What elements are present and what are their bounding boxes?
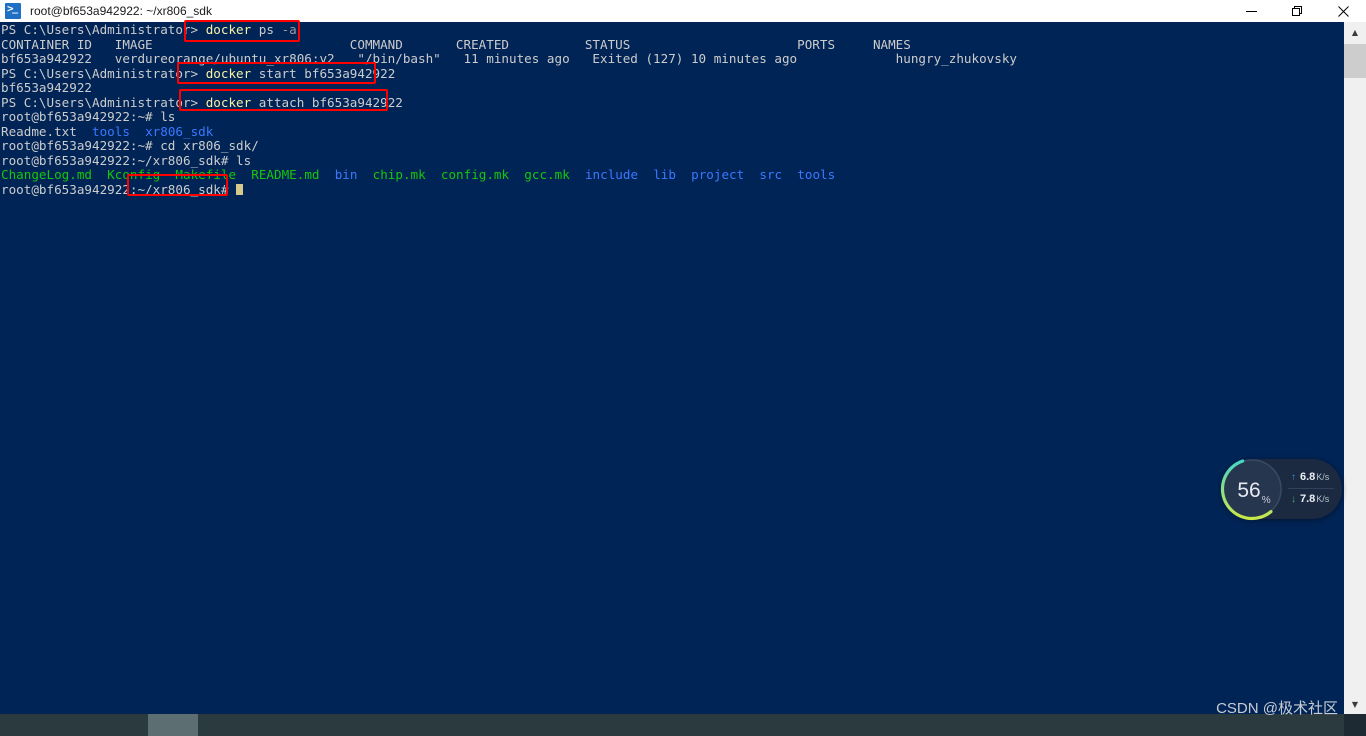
terminal-text: PS C:\Users\Administrator> bbox=[1, 22, 206, 37]
terminal-text: config.mk bbox=[440, 167, 510, 182]
terminal-text: PS C:\Users\Administrator> bbox=[1, 94, 206, 110]
terminal-text: attach bf653a942922 bbox=[251, 94, 403, 110]
terminal-text: docker bbox=[205, 22, 252, 37]
terminal-text: docker bbox=[205, 94, 252, 110]
terminal-text: ChangeLog.md bbox=[1, 167, 92, 182]
line-container-prompt-3: root@bf653a942922:~/xr806_sdk# ls bbox=[1, 152, 1344, 169]
terminal-text: tools bbox=[797, 167, 836, 182]
scrollbar-corner bbox=[1344, 714, 1366, 736]
terminal-text: CONTAINER ID IMAGE COMMAND CREATED STATU… bbox=[1, 36, 911, 52]
terminal-text: PS C:\Users\Administrator> bbox=[1, 65, 206, 81]
line-prompt-3: PS C:\Users\Administrator> docker attach… bbox=[1, 94, 1344, 111]
line-container-prompt-2: root@bf653a942922:~# cd xr806_sdk/ bbox=[1, 138, 1344, 154]
line-prompt-1: PS C:\Users\Administrator> docker ps -a bbox=[1, 22, 1344, 38]
close-button[interactable] bbox=[1320, 0, 1366, 22]
line-ls-home: Readme.txt tools xr806_sdk bbox=[1, 123, 1344, 140]
network-speed-widget[interactable]: 56% ↑ 6.8 K/s ↓ 7.8 K/s bbox=[1220, 459, 1342, 521]
terminal-output[interactable]: PS C:\Users\Administrator> docker ps -a C… bbox=[0, 22, 1344, 714]
terminal-text: lib bbox=[653, 167, 676, 182]
scroll-up-arrow-icon[interactable]: ▲ bbox=[1344, 22, 1366, 42]
upload-speed-row: ↑ 6.8 K/s bbox=[1288, 466, 1342, 488]
download-speed-value: 7.8 bbox=[1300, 493, 1316, 505]
upload-arrow-icon: ↑ bbox=[1291, 471, 1296, 483]
line-ps-header: CONTAINER ID IMAGE COMMAND CREATED STATU… bbox=[1, 36, 1344, 53]
terminal-text: root@bf653a942922:~# cd xr806_sdk/ bbox=[1, 138, 259, 153]
terminal-text: bin bbox=[334, 167, 358, 182]
download-speed-row: ↓ 7.8 K/s bbox=[1288, 488, 1342, 510]
horizontal-scrollbar-thumb[interactable] bbox=[148, 714, 198, 736]
powershell-window: root@bf653a942922: ~/xr806_sdk PS C:\Use… bbox=[0, 0, 1366, 736]
cpu-usage-number: 56 bbox=[1237, 479, 1261, 502]
scroll-down-arrow-icon[interactable]: ▼ bbox=[1344, 694, 1366, 714]
powershell-icon bbox=[5, 2, 21, 19]
terminal-cursor bbox=[236, 183, 244, 195]
terminal-text: README.md bbox=[251, 167, 320, 182]
terminal-text: start bf653a942922 bbox=[251, 65, 396, 81]
line-start-output: bf653a942922 bbox=[1, 80, 1344, 96]
terminal-text: bf653a942922 verdureorange/ubuntu_xr806:… bbox=[1, 51, 1017, 66]
terminal-text: root@bf653a942922:~/xr806_sdk# bbox=[1, 181, 237, 197]
line-ps-row: bf653a942922 verdureorange/ubuntu_xr806:… bbox=[1, 51, 1344, 67]
terminal-text: xr806_sdk bbox=[145, 123, 214, 139]
terminal-text: chip.mk bbox=[372, 167, 426, 182]
download-arrow-icon: ↓ bbox=[1291, 493, 1296, 505]
terminal-text: root@bf653a942922:~/xr806_sdk# ls bbox=[1, 152, 252, 168]
cpu-usage-value: 56% bbox=[1222, 459, 1286, 523]
line-container-prompt-1: root@bf653a942922:~# ls bbox=[1, 109, 1344, 125]
vertical-scrollbar[interactable]: ▲ ▼ bbox=[1344, 22, 1366, 714]
upload-speed-value: 6.8 bbox=[1300, 471, 1316, 483]
terminal-text: include bbox=[584, 167, 639, 182]
title-bar[interactable]: root@bf653a942922: ~/xr806_sdk bbox=[0, 0, 1366, 22]
terminal-text: -a bbox=[281, 22, 297, 37]
terminal-text: tools bbox=[92, 123, 130, 139]
terminal-text: Makefile bbox=[175, 167, 237, 182]
terminal-text: src bbox=[759, 167, 783, 182]
terminal-text: ps bbox=[251, 22, 282, 37]
upload-speed-unit: K/s bbox=[1316, 472, 1330, 482]
minimize-button[interactable] bbox=[1228, 0, 1274, 22]
vertical-scrollbar-thumb[interactable] bbox=[1344, 44, 1366, 78]
line-ls-sdk: ChangeLog.md Kconfig Makefile README.md … bbox=[1, 167, 1344, 183]
maximize-button[interactable] bbox=[1274, 0, 1320, 22]
horizontal-scrollbar[interactable] bbox=[0, 714, 1366, 736]
line-container-prompt-4: root@bf653a942922:~/xr806_sdk# bbox=[1, 181, 1344, 198]
terminal-text: gcc.mk bbox=[524, 167, 570, 182]
speed-rows: ↑ 6.8 K/s ↓ 7.8 K/s bbox=[1288, 466, 1342, 510]
terminal-text: project bbox=[691, 167, 745, 182]
window-title: root@bf653a942922: ~/xr806_sdk bbox=[30, 4, 212, 18]
percent-symbol: % bbox=[1261, 495, 1271, 506]
terminal-text: docker bbox=[205, 65, 252, 81]
download-speed-unit: K/s bbox=[1316, 494, 1330, 504]
terminal-text: bf653a942922 bbox=[1, 80, 92, 95]
terminal-text: root@bf653a942922:~# ls bbox=[1, 109, 176, 124]
line-prompt-2: PS C:\Users\Administrator> docker start … bbox=[1, 65, 1344, 82]
window-controls bbox=[1228, 0, 1366, 22]
watermark: CSDN @极术社区 bbox=[1216, 700, 1338, 717]
terminal-text: Kconfig bbox=[107, 167, 161, 182]
terminal-text: Readme.txt bbox=[1, 123, 92, 139]
